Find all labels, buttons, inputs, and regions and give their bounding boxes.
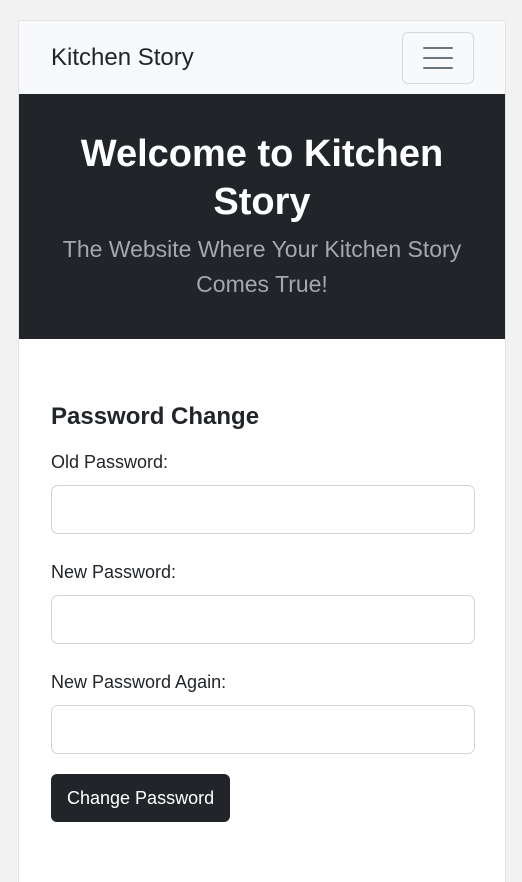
- new-password-again-input[interactable]: [51, 705, 475, 754]
- navbar: Kitchen Story: [19, 21, 505, 94]
- hamburger-line: [423, 56, 453, 59]
- new-password-again-label: New Password Again:: [51, 672, 227, 692]
- old-password-input[interactable]: [51, 485, 475, 534]
- hamburger-menu-icon: [423, 46, 453, 69]
- page-container: Kitchen Story Welcome to Kitchen Story T…: [18, 20, 506, 882]
- navbar-toggler-button[interactable]: [402, 31, 474, 84]
- change-password-button[interactable]: Change Password: [51, 774, 231, 822]
- old-password-label: Old Password:: [51, 452, 169, 472]
- hero-subtitle: The Website Where Your Kitchen Story Com…: [62, 236, 462, 297]
- navbar-brand[interactable]: Kitchen Story: [51, 44, 194, 72]
- new-password-input[interactable]: [51, 595, 475, 644]
- new-password-label: New Password:: [51, 562, 177, 582]
- form-title: Password Change: [51, 403, 260, 430]
- hero-title: Welcome to Kitchen Story: [80, 133, 444, 223]
- hamburger-line: [423, 66, 453, 69]
- hamburger-line: [423, 46, 453, 49]
- hero-banner: Welcome to Kitchen Story The Website Whe…: [19, 94, 505, 339]
- password-change-form: Password Change Old Password: New Passwo…: [51, 401, 475, 822]
